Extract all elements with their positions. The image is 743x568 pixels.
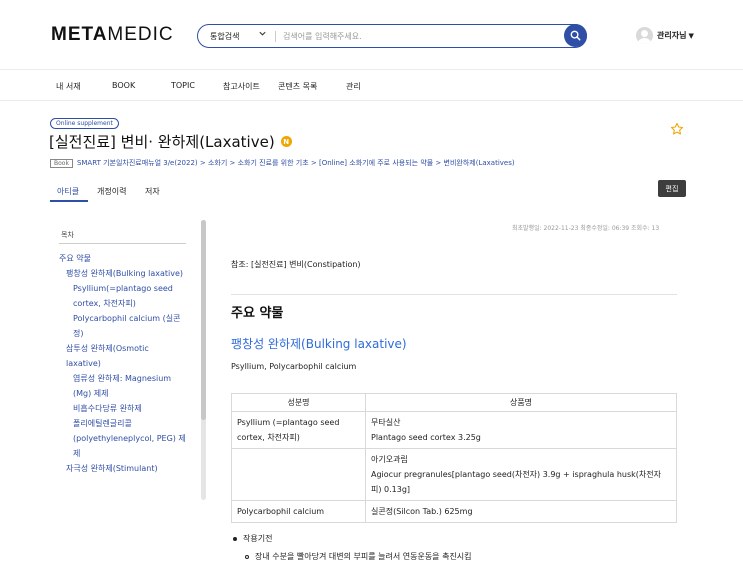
toc-heading: 목차 — [61, 231, 74, 239]
list-item: 작용기전 — [233, 533, 472, 544]
search-button[interactable] — [564, 24, 587, 47]
product-name: 무타실산 — [371, 418, 401, 427]
nav-content-list[interactable]: 콘텐츠 목록 — [278, 81, 317, 92]
table-cell-ingredient — [231, 448, 366, 501]
logo-bold: META — [51, 24, 108, 45]
table-header-product: 상품명 — [365, 393, 677, 412]
article-meta: 최초발행일: 2022-11-23 최종수정일: 06:39 조회수: 13 — [512, 225, 660, 232]
avatar — [636, 27, 653, 44]
online-supplement-badge: Online supplement — [50, 118, 119, 129]
tab-author[interactable]: 저자 — [145, 186, 160, 197]
page-title-text: [실전진료] 변비· 완하제(Laxative) — [49, 133, 275, 151]
book-badge: Book — [50, 158, 73, 168]
table-cell-product: 무타실산 Plantago seed cortex 3.25g — [365, 411, 677, 449]
drug-table: 성분명 상품명 Psyllium (=plantago seed cortex,… — [231, 393, 677, 523]
subbullet-text: 장내 수분을 빨아당겨 대변의 부피를 늘려서 연동운동을 촉진시킴 — [255, 552, 472, 561]
table-row: 아기오과립 Agiocur pregranules[plantago seed(… — [231, 448, 677, 501]
toc-item[interactable]: 삼투성 완하제(Osmotic laxative) — [59, 341, 186, 371]
product-name: 실콘정(Silcon Tab.) 625mg — [371, 507, 473, 516]
nav-topic[interactable]: TOPIC — [171, 81, 195, 90]
toc-scrollbar-thumb[interactable] — [201, 220, 206, 420]
nav-book[interactable]: BOOK — [112, 81, 135, 90]
bullet-text: 작용기전 — [243, 534, 273, 543]
search-bar: 통합검색 — [197, 24, 587, 48]
table-header-row: 성분명 상품명 — [231, 393, 677, 412]
search-divider — [275, 31, 276, 42]
search-input[interactable] — [283, 29, 553, 43]
tab-revision-history[interactable]: 개정이력 — [97, 186, 126, 197]
toc-item[interactable]: Polycarbophil calcium (실콘정) — [59, 311, 186, 341]
table-row: Polycarbophil calcium 실콘정(Silcon Tab.) 6… — [231, 500, 677, 523]
search-icon — [570, 30, 581, 41]
product-name: 아기오과립 — [371, 455, 408, 464]
section-heading: 주요 약물 — [231, 306, 284, 321]
page-title: [실전진료] 변비· 완하제(Laxative) N — [49, 131, 292, 152]
table-cell-ingredient: Polycarbophil calcium — [231, 500, 366, 523]
chevron-down-icon[interactable] — [258, 29, 267, 40]
toc-item[interactable]: 주요 약물 — [59, 251, 186, 266]
logo[interactable]: METAMEDIC — [51, 24, 174, 46]
nav-reference-sites[interactable]: 참고사이트 — [223, 81, 260, 92]
tab-article[interactable]: 아티클 — [57, 186, 79, 197]
table-header-ingredient: 성분명 — [231, 393, 366, 412]
article-tabs: 아티클 개정이력 저자 — [0, 180, 743, 204]
table-of-contents: 목차 주요 약물 팽창성 완하제(Bulking laxative) Psyll… — [59, 222, 209, 502]
subsection-heading: 팽창성 완하제(Bulking laxative) — [231, 337, 407, 351]
toc-item[interactable]: Psyllium(=plantago seed cortex, 차전자피) — [59, 281, 186, 311]
toc-item[interactable]: 비흡수다당류 완하제 — [59, 401, 186, 416]
breadcrumb[interactable]: Book SMART 기본일차진료매뉴얼 3/e(2022) > 소화기 > 소… — [50, 158, 515, 168]
edit-button[interactable]: 편집 — [658, 180, 686, 197]
list-item: 장내 수분을 빨아당겨 대변의 부피를 늘려서 연동운동을 촉진시킴 — [245, 551, 472, 562]
toc-item[interactable]: 팽창성 완하제(Bulking laxative) — [59, 266, 186, 281]
bullet-circle — [245, 554, 249, 559]
bullet-dot — [233, 536, 237, 541]
table-row: Psyllium (=plantago seed cortex, 차전자피) 무… — [231, 411, 677, 449]
product-detail: Agiocur pregranules[plantago seed(차전자) 3… — [371, 470, 661, 494]
toc-divider — [59, 243, 186, 244]
star-icon[interactable] — [670, 122, 684, 139]
logo-light: MEDIC — [107, 24, 174, 45]
toc-list: 주요 약물 팽창성 완하제(Bulking laxative) Psyllium… — [59, 251, 186, 476]
table-cell-product: 실콘정(Silcon Tab.) 625mg — [365, 500, 677, 523]
toc-item[interactable]: 자극성 완하제(Stimulant) — [59, 461, 186, 476]
search-scope-select[interactable]: 통합검색 — [210, 31, 239, 42]
bullet-list: 작용기전 장내 수분을 빨아당겨 대변의 부피를 늘려서 연동운동을 촉진시킴 — [233, 533, 472, 562]
site-header: METAMEDIC 통합검색 관리자님 ▼ — [0, 0, 743, 70]
toc-item[interactable]: 폴리에틸렌글리콜(polyethyleneplycol, PEG) 제제 — [59, 416, 186, 461]
paragraph: Psyllium, Polycarbophil calcium — [231, 362, 357, 371]
user-menu[interactable]: 관리자님 ▼ — [636, 27, 694, 44]
caret-down-icon: ▼ — [688, 31, 694, 40]
reference-link[interactable]: 참조: [실전진료] 변비(Constipation) — [231, 259, 361, 270]
table-cell-product: 아기오과립 Agiocur pregranules[plantago seed(… — [365, 448, 677, 501]
toc-item[interactable]: 염류성 완하제: Magnesium (Mg) 제제 — [59, 371, 186, 401]
table-cell-ingredient: Psyllium (=plantago seed cortex, 차전자피) — [231, 411, 366, 449]
breadcrumb-path[interactable]: SMART 기본일차진료매뉴얼 3/e(2022) > 소화기 > 소화기 진료… — [77, 158, 515, 168]
section-divider — [231, 294, 677, 295]
product-detail: Plantago seed cortex 3.25g — [371, 433, 481, 442]
nav-admin[interactable]: 관리 — [346, 81, 361, 92]
toc-scrollbar[interactable] — [201, 220, 206, 500]
nav-my-library[interactable]: 내 서재 — [56, 81, 81, 92]
main-nav: 내 서재 BOOK TOPIC 참고사이트 콘텐츠 목록 관리 — [0, 71, 743, 101]
active-tab-indicator — [50, 200, 88, 202]
new-badge-icon: N — [280, 136, 292, 147]
user-name: 관리자님 — [657, 31, 687, 40]
